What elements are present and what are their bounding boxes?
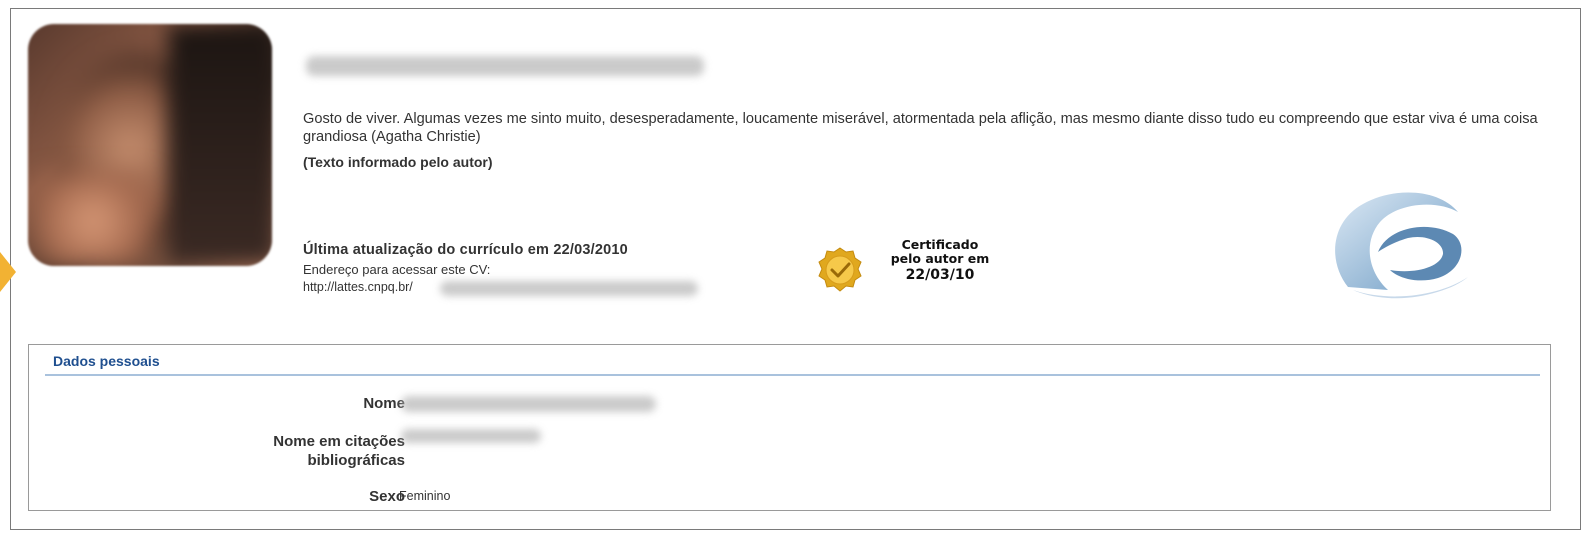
sex-value: Feminino bbox=[399, 489, 451, 503]
last-update: Última atualização do currículo em 22/03… bbox=[303, 242, 628, 258]
cv-url-id-redacted bbox=[440, 281, 698, 296]
name-value-redacted bbox=[401, 396, 656, 412]
citation-name-value-redacted bbox=[401, 429, 541, 443]
researcher-name-redacted bbox=[306, 56, 704, 76]
certified-seal-icon bbox=[818, 247, 862, 292]
profile-quote: Gosto de viver. Algumas vezes me sinto m… bbox=[303, 111, 1538, 145]
author-note: (Texto informado pelo autor) bbox=[303, 154, 493, 170]
row-label-citation-line1: Nome em citações bbox=[273, 433, 405, 450]
lattes-logo-icon bbox=[1335, 192, 1468, 299]
cert-date: 22/03/10 bbox=[905, 267, 975, 283]
cv-url[interactable]: http://lattes.cnpq.br/ bbox=[303, 280, 413, 294]
cert-line-1: Certificado bbox=[901, 237, 979, 252]
cv-address-label: Endereço para acessar este CV: bbox=[303, 262, 491, 277]
profile-photo bbox=[28, 24, 272, 266]
personal-data-panel: Dados pessoais Nome Nome em citações bib… bbox=[28, 344, 1551, 511]
panel-title: Dados pessoais bbox=[53, 353, 160, 369]
cert-line-2: pelo autor em bbox=[890, 251, 990, 266]
row-label-name: Nome bbox=[363, 395, 405, 412]
pointer-arrow-icon bbox=[0, 252, 16, 292]
row-label-citation-name: Nome em citações bibliográficas bbox=[273, 432, 405, 470]
panel-divider bbox=[45, 374, 1540, 376]
row-label-citation-line2: bibliográficas bbox=[307, 452, 405, 469]
cv-url-text[interactable]: http://lattes.cnpq.br/ bbox=[303, 280, 413, 294]
certification-text: Certificado pelo autor em 22/03/10 bbox=[868, 238, 1012, 284]
